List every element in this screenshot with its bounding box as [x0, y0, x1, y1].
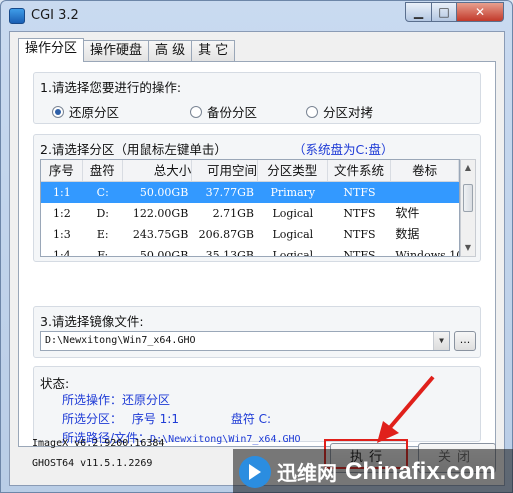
ghost-version: GHOST64 v11.5.1.2269: [32, 458, 153, 469]
image-file-select[interactable]: D:\Newxitong\Win7_x64.GHO ▼: [40, 331, 450, 351]
tab-other[interactable]: 其 它: [191, 40, 236, 62]
tab-advanced[interactable]: 高 级: [148, 40, 193, 62]
table-row[interactable]: 1:4 F: 50.00GB 35.13GB Logical NTFS Wind…: [41, 245, 459, 257]
radio-label: 还原分区: [69, 105, 120, 120]
cell-fs: NTFS: [343, 228, 376, 241]
partition-table[interactable]: 序号 盘符 总大小 可用空间 分区类型 文件系统 卷标 1:1 C: 50.00…: [40, 159, 460, 257]
scroll-thumb[interactable]: [463, 184, 473, 212]
tab-bar: 操作分区 操作硬盘 高 级 其 它: [18, 38, 236, 62]
title-bar[interactable]: CGI 3.2 ▁ □ ✕: [1, 1, 512, 31]
cell-volume: Windows 10: [395, 249, 459, 257]
tab-operate-partition[interactable]: 操作分区: [18, 38, 85, 62]
cell-index: 1:2: [53, 207, 71, 220]
status-path-value: D:\Newxitong\Win7_x64.GHO: [150, 434, 301, 445]
image-group: 3.请选择镜像文件: D:\Newxitong\Win7_x64.GHO ▼ .…: [33, 306, 481, 358]
status-partition-prefix: 所选分区：: [62, 412, 123, 426]
status-drive: 盘符 C:: [230, 412, 272, 426]
radio-label: 分区对拷: [323, 105, 374, 120]
cell-free: 2.71GB: [212, 207, 254, 220]
partition-group: 2.请选择分区（用鼠标左键单击） （系统盘为C:盘） 序号 盘符 总大小 可用空…: [33, 134, 481, 262]
radio-unchecked-icon: [190, 105, 202, 118]
app-window: CGI 3.2 ▁ □ ✕ 操作分区 操作硬盘 高 级 其 它 1.请选择您要进…: [0, 0, 513, 493]
operation-label: 1.请选择您要进行的操作:: [40, 80, 182, 95]
cell-total: 50.00GB: [139, 186, 189, 199]
column-header[interactable]: 序号: [41, 160, 83, 181]
image-file-value: D:\Newxitong\Win7_x64.GHO: [45, 335, 196, 346]
cell-total: 243.75GB: [132, 228, 189, 241]
table-row[interactable]: 1:3 E: 243.75GB 206.87GB Logical NTFS 数据: [41, 224, 459, 245]
minimize-button[interactable]: ▁: [405, 2, 432, 22]
watermark: 迅维网 Chinafix.com: [233, 449, 513, 493]
cell-fs: NTFS: [343, 249, 376, 257]
chevron-down-icon[interactable]: ▼: [433, 332, 449, 350]
watermark-en: Chinafix.com: [345, 457, 496, 485]
system-drive-note: （系统盘为C:盘）: [293, 142, 394, 157]
cell-drive: C:: [96, 186, 109, 199]
scroll-down-icon[interactable]: ▼: [461, 240, 475, 256]
minimize-icon: ▁: [413, 5, 424, 19]
radio-checked-icon: [52, 105, 64, 118]
close-window-button[interactable]: ✕: [456, 2, 504, 22]
column-header[interactable]: 总大小: [123, 160, 193, 181]
radio-unchecked-icon: [306, 105, 318, 118]
table-scrollbar[interactable]: ▲ ▼: [460, 159, 476, 257]
column-header[interactable]: 盘符: [83, 160, 123, 181]
cell-drive: D:: [96, 207, 109, 220]
maximize-icon: □: [438, 5, 450, 19]
radio-copy[interactable]: 分区对拷: [306, 102, 373, 121]
column-header[interactable]: 可用空间: [192, 160, 258, 181]
table-row[interactable]: 1:1 C: 50.00GB 37.77GB Primary NTFS: [41, 182, 459, 203]
app-icon: [9, 8, 25, 24]
status-partition-num: 序号 1:1: [131, 412, 179, 426]
operation-group: 1.请选择您要进行的操作: 还原分区 备份分区 分区对拷: [33, 72, 481, 124]
column-header[interactable]: 分区类型: [258, 160, 328, 181]
column-header[interactable]: 卷标: [391, 160, 459, 181]
cell-free: 37.77GB: [205, 186, 254, 199]
cell-type: Logical: [272, 249, 314, 257]
status-title: 状态:: [40, 376, 70, 391]
cell-fs: NTFS: [343, 207, 376, 220]
window-title: CGI 3.2: [31, 8, 79, 23]
cell-fs: NTFS: [343, 186, 376, 199]
cell-index: 1:3: [53, 228, 71, 241]
cell-total: 122.00GB: [132, 207, 189, 220]
cell-index: 1:4: [53, 249, 71, 257]
cell-type: Logical: [272, 207, 314, 220]
maximize-button[interactable]: □: [431, 2, 457, 22]
radio-backup[interactable]: 备份分区: [190, 102, 257, 121]
status-operation: 所选操作：还原分区: [62, 393, 171, 407]
cell-drive: E:: [96, 228, 109, 241]
cell-type: Primary: [270, 186, 316, 199]
play-logo-icon: [239, 455, 271, 488]
cell-type: Logical: [272, 228, 314, 241]
close-icon: ✕: [474, 5, 486, 19]
table-header: 序号 盘符 总大小 可用空间 分区类型 文件系统 卷标: [41, 160, 459, 182]
cell-volume: [391, 182, 459, 203]
image-label: 3.请选择镜像文件:: [40, 314, 144, 329]
cell-volume: 数据: [395, 227, 420, 241]
cell-drive: F:: [97, 249, 109, 257]
column-header[interactable]: 文件系统: [328, 160, 392, 181]
watermark-cn: 迅维网: [277, 461, 337, 485]
scroll-up-icon[interactable]: ▲: [461, 160, 475, 176]
cell-free: 206.87GB: [198, 228, 254, 241]
red-arrow-icon: [377, 375, 435, 443]
cell-total: 50.00GB: [139, 249, 189, 257]
tab-operate-disk[interactable]: 操作硬盘: [83, 40, 150, 62]
partition-label: 2.请选择分区（用鼠标左键单击）: [40, 142, 227, 157]
cell-index: 1:1: [53, 186, 71, 199]
table-row[interactable]: 1:2 D: 122.00GB 2.71GB Logical NTFS 软件: [41, 203, 459, 224]
status-partition: 所选分区： 序号 1:1 盘符 C:: [62, 410, 271, 427]
radio-label: 备份分区: [207, 105, 258, 120]
browse-button[interactable]: ...: [454, 331, 476, 351]
radio-restore[interactable]: 还原分区: [52, 102, 119, 121]
cell-volume: 软件: [395, 206, 420, 220]
cell-free: 35.13GB: [205, 249, 254, 257]
imagex-version: ImageX v6.2.9200.16384: [32, 438, 165, 449]
